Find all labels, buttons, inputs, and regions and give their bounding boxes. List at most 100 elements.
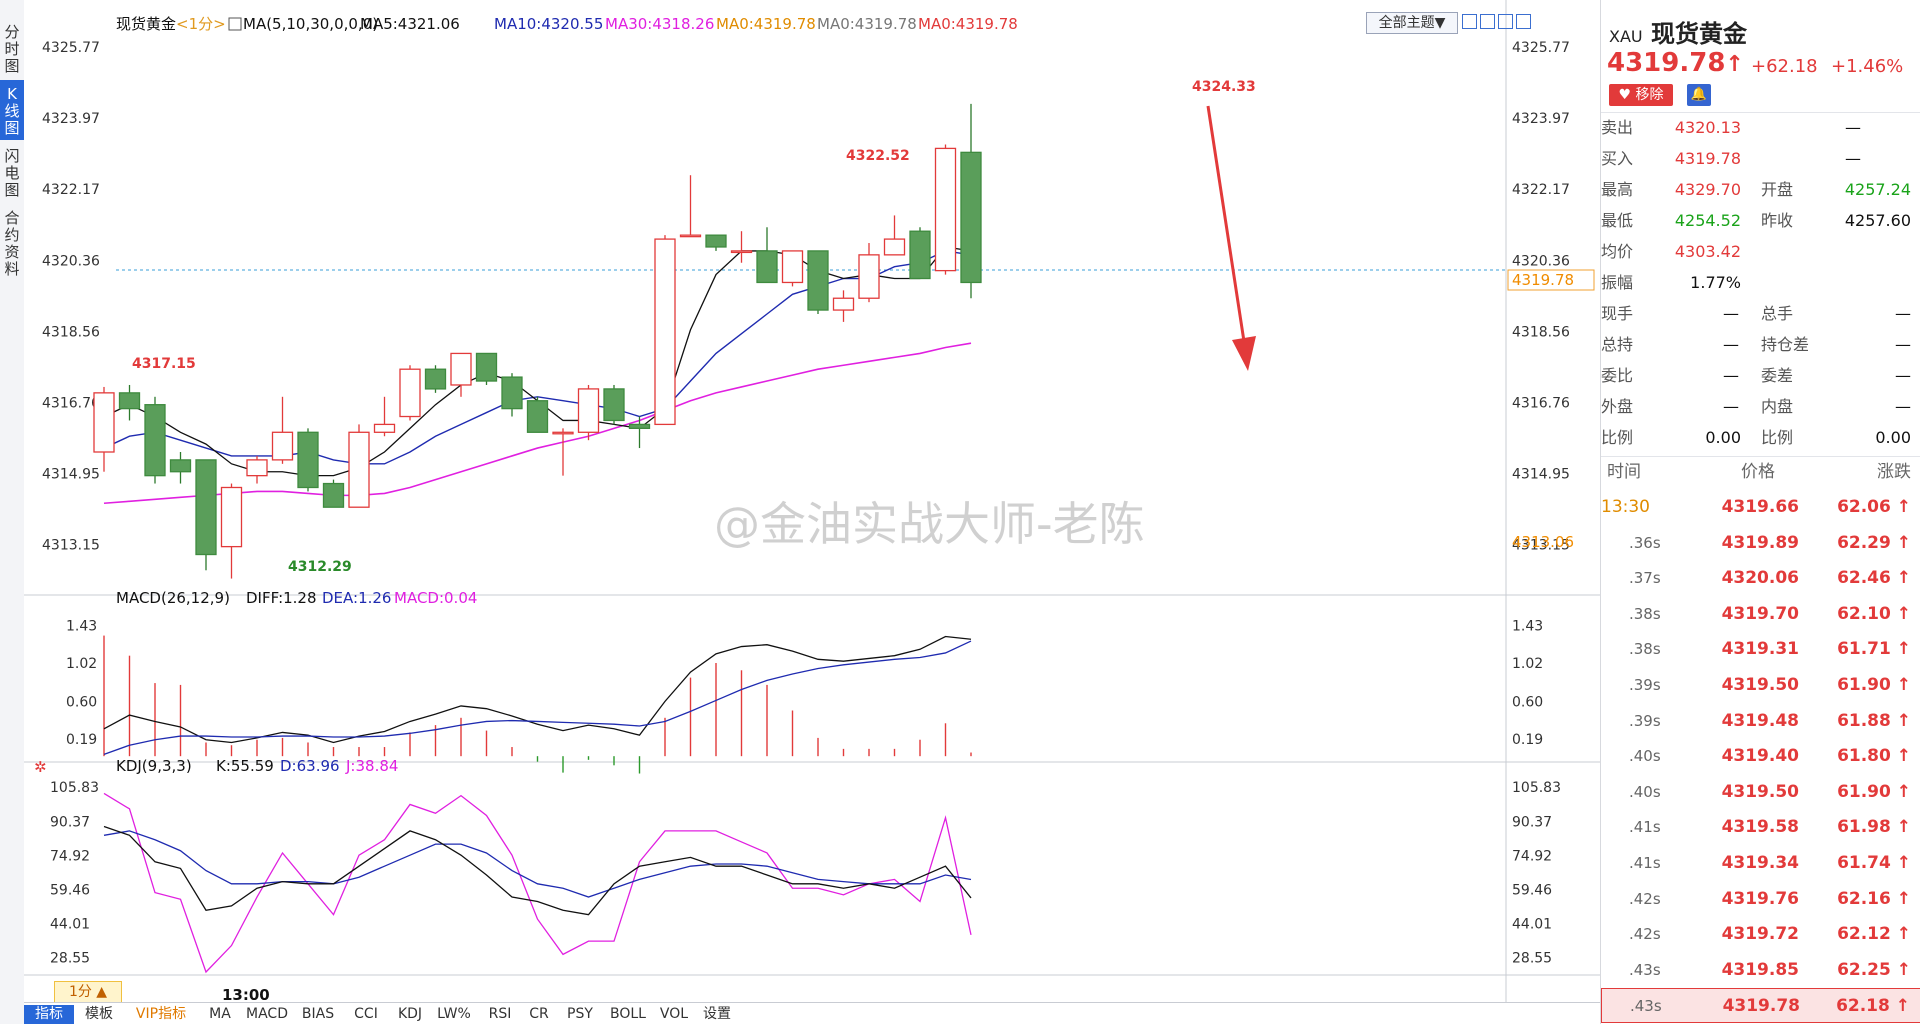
- annotation-high-2: 4322.52: [846, 148, 910, 164]
- candle[interactable]: [628, 423, 651, 429]
- kdj-d-legend: D:63.96: [280, 757, 340, 775]
- tab-ma[interactable]: MA: [202, 1005, 238, 1024]
- tick-row[interactable]: .40s 4319.40 61.80 ↑: [1601, 739, 1920, 774]
- ma-spec[interactable]: MA(5,10,30,0,0,0): [243, 15, 378, 33]
- timeframe-selector[interactable]: 1分 ▲: [54, 981, 122, 1003]
- candle[interactable]: [781, 250, 804, 284]
- candle[interactable]: [475, 352, 498, 382]
- candle[interactable]: [526, 400, 549, 433]
- tick-change: 61.80 ↑: [1837, 746, 1911, 767]
- tab-kdj[interactable]: KDJ: [390, 1005, 430, 1024]
- quote-label: 最高: [1601, 180, 1634, 199]
- candle[interactable]: [730, 250, 753, 254]
- candle[interactable]: [169, 459, 192, 473]
- candle[interactable]: [93, 392, 115, 453]
- tick-row[interactable]: .38s 4319.70 62.10 ↑: [1601, 597, 1920, 632]
- period-label[interactable]: <1分>: [176, 15, 226, 33]
- tab-contract-info[interactable]: 合约资料: [0, 204, 24, 282]
- tab-settings[interactable]: 设置: [698, 1005, 736, 1024]
- candle[interactable]: [960, 151, 982, 284]
- candle[interactable]: [705, 234, 727, 248]
- candle[interactable]: [934, 147, 957, 272]
- y-tick-left: 4313.15: [42, 538, 100, 554]
- macd-tick-right: 1.02: [1512, 656, 1543, 672]
- candle[interactable]: [909, 230, 931, 280]
- tick-row[interactable]: .42s 4319.72 62.12 ↑: [1601, 917, 1920, 952]
- candle[interactable]: [654, 238, 676, 426]
- candle[interactable]: [756, 250, 778, 284]
- candle[interactable]: [348, 431, 370, 508]
- tab-rsi[interactable]: RSI: [480, 1005, 520, 1024]
- candle[interactable]: [399, 368, 421, 418]
- tick-row[interactable]: .43s 4319.85 62.25 ↑: [1601, 953, 1920, 988]
- tab-template[interactable]: 模板: [76, 1005, 122, 1024]
- remove-watchlist-button[interactable]: ♥ 移除: [1609, 84, 1673, 106]
- candle[interactable]: [832, 297, 855, 311]
- candle[interactable]: [450, 352, 472, 386]
- window-icon[interactable]: [1516, 14, 1531, 29]
- candle[interactable]: [220, 486, 243, 548]
- tick-row[interactable]: .40s 4319.50 61.90 ↑: [1601, 775, 1920, 810]
- alert-bell-icon[interactable]: 🔔: [1687, 84, 1711, 106]
- tab-kline[interactable]: K线图: [0, 80, 24, 140]
- layout-icon[interactable]: [1462, 14, 1477, 29]
- theme-dropdown[interactable]: 全部主题▼: [1366, 12, 1458, 34]
- candle[interactable]: [883, 238, 906, 256]
- candle[interactable]: [118, 392, 141, 410]
- candle[interactable]: [322, 482, 345, 508]
- tick-row[interactable]: .36s 4319.89 62.29 ↑: [1601, 526, 1920, 561]
- quote-label-2: 委差: [1761, 366, 1794, 385]
- tab-flash-chart[interactable]: 闪电图: [0, 142, 24, 202]
- y-tick-left: 4322.17: [42, 182, 100, 198]
- quote-value-2: —: [1895, 304, 1911, 323]
- grid-icon[interactable]: [1480, 14, 1495, 29]
- tick-row[interactable]: .39s 4319.48 61.88 ↑: [1601, 704, 1920, 739]
- candle[interactable]: [297, 431, 319, 489]
- tab-macd[interactable]: MACD: [242, 1005, 292, 1024]
- tick-row[interactable]: .41s 4319.58 61.98 ↑: [1601, 810, 1920, 845]
- candle[interactable]: [501, 376, 523, 410]
- tick-row[interactable]: .43s 4319.78 62.18 ↑: [1601, 988, 1920, 1024]
- quote-label: 比例: [1601, 428, 1634, 447]
- tick-time: .36s: [1629, 533, 1661, 552]
- candle[interactable]: [807, 250, 829, 311]
- tick-price: 4319.89: [1721, 532, 1799, 553]
- candle[interactable]: [373, 423, 396, 433]
- candle[interactable]: [679, 234, 702, 238]
- candle[interactable]: [144, 404, 166, 477]
- candle[interactable]: [424, 368, 447, 390]
- tick-time: .42s: [1629, 889, 1661, 908]
- tab-cr[interactable]: CR: [522, 1005, 556, 1024]
- tab-timeshare[interactable]: 分时图: [0, 18, 24, 78]
- quote-label: 总持: [1601, 335, 1634, 354]
- tick-row[interactable]: 13:30 4319.66 62.06 ↑: [1601, 490, 1920, 525]
- tab-psy[interactable]: PSY: [560, 1005, 600, 1024]
- candle[interactable]: [577, 388, 600, 433]
- candle[interactable]: [858, 254, 880, 299]
- tab-bias[interactable]: BIAS: [294, 1005, 342, 1024]
- candle[interactable]: [195, 459, 217, 556]
- candle[interactable]: [271, 431, 294, 461]
- kdj-tick-right: 44.01: [1512, 916, 1552, 932]
- candle[interactable]: [246, 459, 268, 477]
- tab-cci[interactable]: CCI: [346, 1005, 386, 1024]
- tab-vol[interactable]: VOL: [654, 1005, 694, 1024]
- tab-boll[interactable]: BOLL: [604, 1005, 652, 1024]
- tick-row[interactable]: .41s 4319.34 61.74 ↑: [1601, 846, 1920, 881]
- tick-row[interactable]: .37s 4320.06 62.46 ↑: [1601, 561, 1920, 596]
- chart-area[interactable]: 4325.77 4325.77 4323.97 4323.97 4322.17 4322.…: [24, 0, 1600, 1024]
- macd-value-legend: MACD:0.04: [394, 589, 477, 607]
- tab-indicator[interactable]: 指标: [24, 1005, 74, 1024]
- tick-row[interactable]: .42s 4319.76 62.16 ↑: [1601, 882, 1920, 917]
- quote-row: 总持 — 持仓差 —: [1601, 329, 1920, 360]
- y-tick-right: 4318.56: [1512, 324, 1570, 340]
- candle[interactable]: [552, 431, 574, 435]
- tick-row[interactable]: .38s 4319.31 61.71 ↑: [1601, 632, 1920, 667]
- split-icon[interactable]: [1498, 14, 1513, 29]
- candle[interactable]: [603, 388, 625, 422]
- tab-vip-indicator[interactable]: VIP指标: [124, 1005, 198, 1024]
- tick-row[interactable]: .39s 4319.50 61.90 ↑: [1601, 668, 1920, 703]
- tab-lw[interactable]: LW%: [432, 1005, 476, 1024]
- kdj-settings-icon[interactable]: ✲: [34, 758, 47, 776]
- tick-price: 4319.70: [1721, 603, 1799, 624]
